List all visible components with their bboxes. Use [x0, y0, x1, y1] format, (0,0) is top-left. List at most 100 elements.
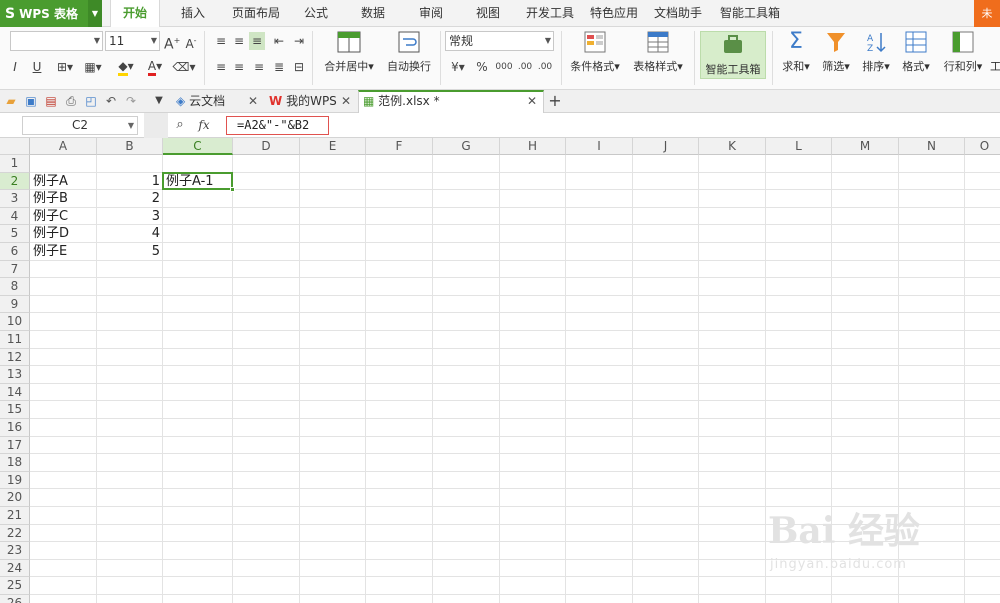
column-header-O[interactable]: O [965, 138, 1000, 155]
close-icon[interactable]: ✕ [248, 90, 258, 112]
name-box[interactable]: C2 ▼ [22, 116, 138, 135]
align-top-icon[interactable]: ≡ [213, 32, 229, 50]
thousands-icon[interactable]: 000 [493, 58, 515, 76]
tab-home[interactable]: 开始 [110, 0, 160, 28]
table-style-button[interactable]: 表格样式▾ [630, 31, 686, 74]
cell-B6[interactable]: 5 [97, 243, 163, 260]
tab-special-apps[interactable]: 特色应用 [590, 0, 638, 27]
row-header-13[interactable]: 13 [0, 366, 30, 384]
row-header-1[interactable]: 1 [0, 155, 30, 173]
row-header-10[interactable]: 10 [0, 313, 30, 331]
column-header-B[interactable]: B [97, 138, 163, 155]
close-icon[interactable]: ✕ [341, 90, 351, 112]
cell-A6[interactable]: 例子E [30, 243, 97, 260]
cell-A5[interactable]: 例子D [30, 225, 97, 242]
new-tab-plus-icon[interactable]: + [547, 93, 563, 109]
row-header-24[interactable]: 24 [0, 559, 30, 578]
doc-tab-mywps[interactable]: W 我的WPS ✕ [265, 90, 357, 113]
undo-icon[interactable]: ↶ [103, 93, 119, 109]
align-middle-icon[interactable]: ≡ [231, 32, 247, 50]
decrease-font-icon[interactable]: A- [183, 32, 199, 53]
cell-B2[interactable]: 1 [97, 173, 163, 190]
italic-icon[interactable]: I [10, 58, 20, 76]
worksheet-button[interactable]: 工 [990, 31, 1000, 74]
column-header-N[interactable]: N [899, 138, 965, 155]
row-header-9[interactable]: 9 [0, 295, 30, 314]
sort-button[interactable]: AZ 排序▾ [858, 31, 894, 74]
cell-B5[interactable]: 4 [97, 225, 163, 242]
row-header-17[interactable]: 17 [0, 436, 30, 455]
tab-developer[interactable]: 开发工具 [526, 0, 574, 27]
column-header-C[interactable]: C [163, 138, 233, 155]
row-header-8[interactable]: 8 [0, 278, 30, 296]
row-header-22[interactable]: 22 [0, 524, 30, 543]
row-header-11[interactable]: 11 [0, 331, 30, 349]
number-format-combo[interactable]: 常规 ▼ [445, 31, 554, 51]
row-header-20[interactable]: 20 [0, 489, 30, 507]
fx-insert-function-icon[interactable]: fx [194, 116, 214, 134]
fill-handle[interactable] [230, 187, 235, 193]
export-pdf-icon[interactable]: ▤ [43, 93, 59, 109]
row-header-7[interactable]: 7 [0, 260, 30, 279]
close-icon[interactable]: ✕ [527, 92, 537, 111]
zoom-search-icon[interactable]: ⌕ [172, 116, 188, 134]
font-color-icon[interactable]: A▾ [143, 57, 167, 76]
row-header-19[interactable]: 19 [0, 471, 30, 490]
column-header-K[interactable]: K [699, 138, 766, 155]
row-header-14[interactable]: 14 [0, 383, 30, 402]
increase-decimal-icon[interactable]: .00 [516, 58, 534, 76]
border-icon[interactable]: ⊞▾ [54, 58, 76, 76]
justify-icon[interactable]: ≣ [271, 58, 287, 76]
active-cell-selection[interactable] [162, 171, 235, 193]
column-header-H[interactable]: H [500, 138, 566, 155]
column-header-L[interactable]: L [766, 138, 832, 155]
tab-data[interactable]: 数据 [361, 0, 385, 27]
customize-chevron-down-icon[interactable]: ▼ [151, 93, 167, 109]
smart-toolbox-button[interactable]: 智能工具箱 [700, 31, 766, 79]
row-header-26[interactable]: 26 [0, 595, 30, 603]
open-folder-icon[interactable]: ▰ [3, 93, 19, 109]
decrease-decimal-icon[interactable]: .00 [536, 58, 554, 76]
row-header-21[interactable]: 21 [0, 507, 30, 525]
tab-doc-assistant[interactable]: 文档助手 [654, 0, 702, 27]
currency-icon[interactable]: ¥▾ [447, 58, 469, 76]
app-menu-chevron-icon[interactable]: ▼ [88, 0, 102, 27]
cell-B4[interactable]: 3 [97, 208, 163, 225]
column-header-I[interactable]: I [566, 138, 633, 155]
wrap-text-button[interactable]: 自动换行 [384, 31, 434, 74]
column-header-F[interactable]: F [366, 138, 433, 155]
align-center-icon[interactable]: ≡ [231, 58, 247, 76]
save-icon[interactable]: ▣ [23, 93, 39, 109]
redo-icon[interactable]: ↷ [123, 93, 139, 109]
doc-tab-workbook[interactable]: ▦ 范例.xlsx * ✕ [358, 90, 544, 113]
font-name-combo[interactable]: ▼ [10, 31, 103, 51]
tab-formulas[interactable]: 公式 [304, 0, 328, 27]
column-header-D[interactable]: D [233, 138, 300, 155]
row-header-16[interactable]: 16 [0, 419, 30, 437]
row-header-15[interactable]: 15 [0, 401, 30, 419]
fill-color-icon[interactable]: ◆▾ [114, 57, 138, 76]
increase-font-icon[interactable]: A+ [164, 32, 180, 54]
column-header-G[interactable]: G [433, 138, 500, 155]
row-header-3[interactable]: 3 [0, 190, 30, 208]
merge-center-button[interactable]: 合并居中▾ [320, 31, 378, 74]
row-header-4[interactable]: 4 [0, 207, 30, 226]
tab-insert[interactable]: 插入 [181, 0, 205, 27]
align-bottom-icon[interactable]: ≡ [249, 32, 265, 50]
doc-tab-cloud[interactable]: ◈ 云文档 ✕ [172, 90, 264, 113]
row-header-12[interactable]: 12 [0, 348, 30, 367]
column-header-E[interactable]: E [300, 138, 366, 155]
decrease-indent-icon[interactable]: ⇤ [271, 32, 287, 50]
app-menu-button[interactable]: S WPS 表格 ▼ [0, 0, 102, 27]
underline-icon[interactable]: U [30, 58, 44, 76]
formula-input[interactable]: =A2&"-"&B2 [226, 116, 329, 135]
tab-smart-toolbox[interactable]: 智能工具箱 [720, 0, 780, 27]
row-header-5[interactable]: 5 [0, 225, 30, 243]
row-header-6[interactable]: 6 [0, 243, 30, 261]
login-button[interactable]: 未 [974, 0, 1000, 27]
column-header-M[interactable]: M [832, 138, 899, 155]
tab-review[interactable]: 审阅 [419, 0, 443, 27]
row-header-18[interactable]: 18 [0, 454, 30, 472]
align-left-icon[interactable]: ≡ [213, 58, 229, 76]
column-header-J[interactable]: J [633, 138, 699, 155]
